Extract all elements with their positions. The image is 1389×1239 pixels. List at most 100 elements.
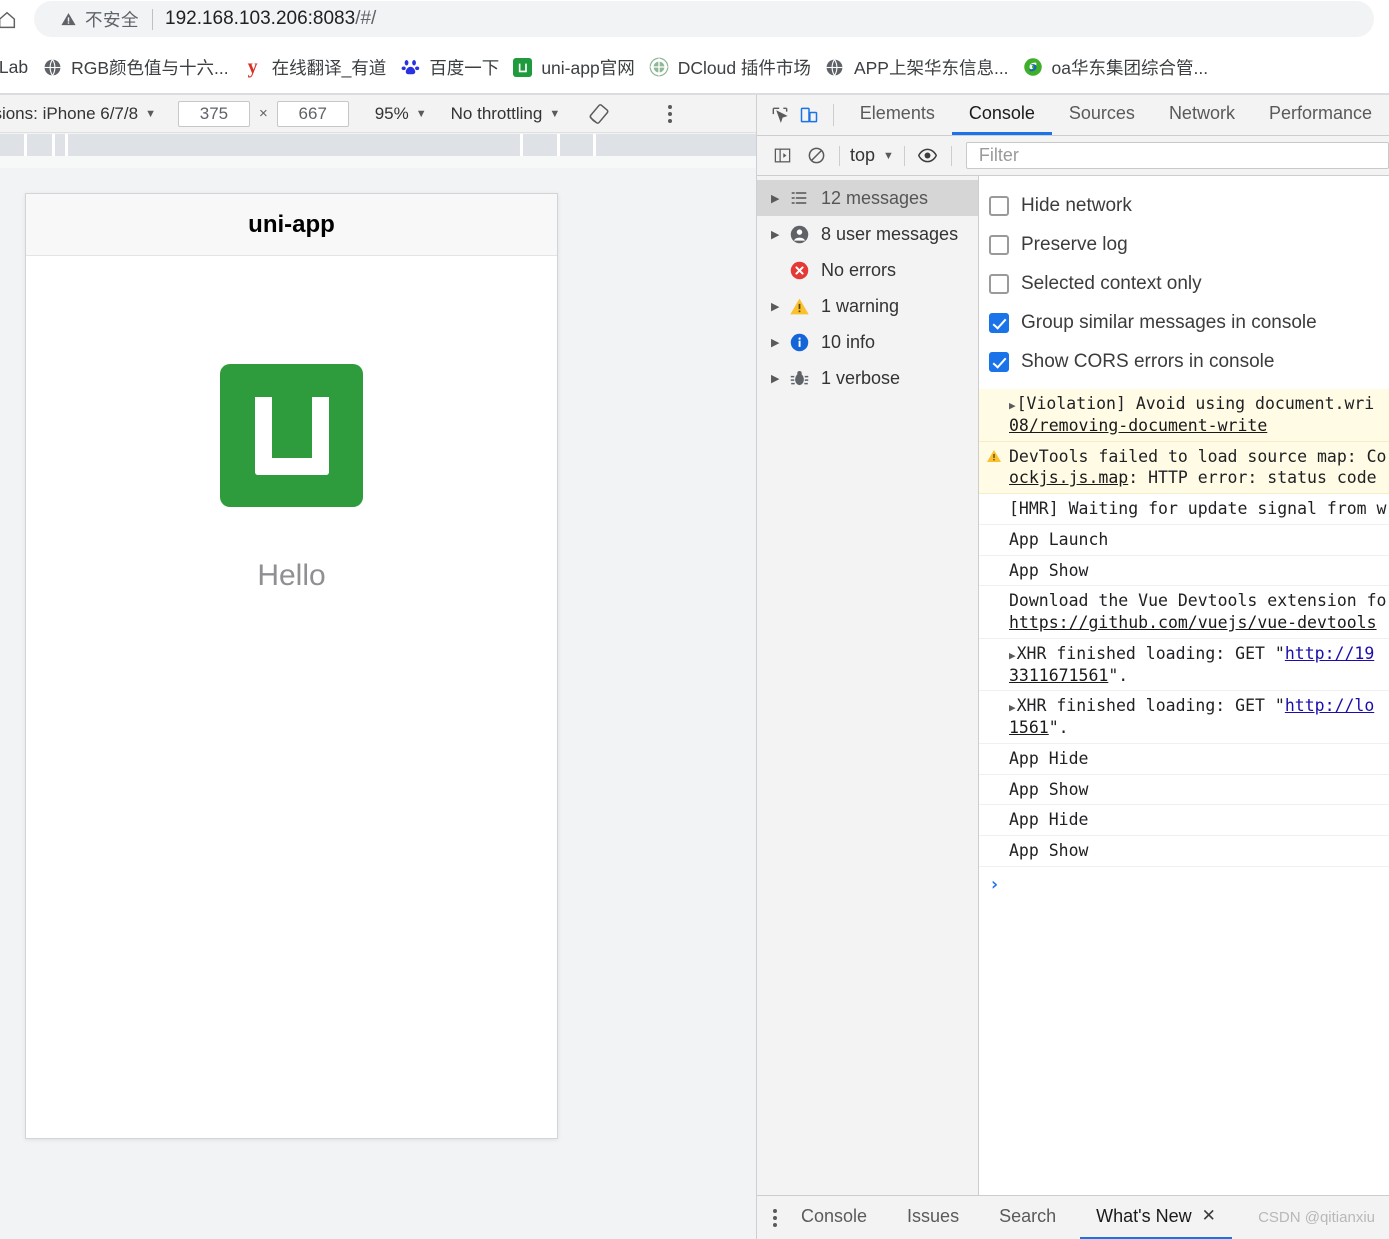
setting-selected-context-only[interactable]: Selected context only [989, 264, 1389, 303]
clear-console-icon[interactable] [799, 146, 833, 165]
console-prompt[interactable]: › [979, 867, 1389, 903]
console-main: ▶ 12 messages ▶ 8 user messages No error… [757, 176, 1389, 1195]
app-title: uni-app [248, 210, 335, 238]
log-gutter [979, 393, 1009, 395]
checkbox[interactable] [989, 351, 1009, 372]
tab-network[interactable]: Network [1152, 95, 1252, 135]
checkbox[interactable] [989, 273, 1009, 294]
bookmark-item[interactable]: y 在线翻译_有道 [236, 52, 394, 82]
console-content: Hide network Preserve log Selected conte… [979, 176, 1389, 1195]
log-link[interactable]: 3311671561 [1009, 666, 1108, 685]
log-link[interactable]: http://lo [1285, 696, 1374, 715]
checkbox[interactable] [989, 312, 1009, 333]
console-log-row[interactable]: App Hide [979, 805, 1389, 837]
expand-triangle-icon[interactable]: ▶ [771, 300, 789, 313]
watermark: CSDN @qitianxiu [1258, 1209, 1375, 1226]
console-sidebar-label: No errors [821, 259, 897, 280]
expand-triangle-icon[interactable]: ▶ [771, 372, 789, 385]
console-sidebar-item-messages[interactable]: ▶ 12 messages [757, 180, 978, 216]
expand-triangle-icon[interactable]: ▶ [771, 192, 789, 205]
console-sidebar-item-warnings[interactable]: ▶ 1 warning [757, 288, 978, 324]
setting-show-cors-errors[interactable]: Show CORS errors in console [989, 342, 1389, 381]
console-log-row[interactable]: DevTools failed to load source map: Co oc… [979, 441, 1389, 495]
log-link[interactable]: http://19 [1285, 644, 1374, 663]
oa-icon [1023, 57, 1043, 77]
device-dimensions-label[interactable]: nsions: iPhone 6/7/8 [0, 104, 138, 124]
console-log-row[interactable]: [HMR] Waiting for update signal from w [979, 494, 1389, 525]
checkbox[interactable] [989, 195, 1009, 216]
bookmark-item[interactable]: DCloud 插件市场 [642, 52, 818, 82]
expand-triangle-icon[interactable]: ▶ [771, 336, 789, 349]
tab-console[interactable]: Console [951, 95, 1052, 135]
rotate-icon[interactable] [588, 103, 610, 125]
device-viewport: uni-app Hello [25, 193, 558, 1139]
setting-preserve-log[interactable]: Preserve log [989, 225, 1389, 264]
chevron-down-icon[interactable]: ▼ [145, 108, 156, 120]
device-more-options-icon[interactable] [668, 104, 673, 123]
tab-performance[interactable]: Performance [1252, 95, 1389, 135]
console-log-row[interactable]: App Launch [979, 525, 1389, 556]
show-console-sidebar-icon[interactable] [765, 146, 799, 165]
zoom-value-label[interactable]: 95% [375, 104, 409, 124]
console-log-row[interactable]: App Show [979, 775, 1389, 806]
console-log-row[interactable]: ▶XHR finished loading: GET "http://lo 156… [979, 691, 1389, 744]
device-width-input[interactable]: 375 [177, 100, 250, 127]
expand-triangle-icon[interactable]: ▶ [771, 228, 789, 241]
log-message: App Hide [1009, 748, 1089, 768]
bookmark-item[interactable]: tLab [0, 52, 35, 82]
address-bar[interactable]: 不安全 192.168.103.206:8083/#/ [34, 1, 1374, 37]
console-sidebar-item-user-messages[interactable]: ▶ 8 user messages [757, 216, 978, 252]
console-filter-input[interactable]: Filter [965, 142, 1389, 169]
device-height-input[interactable]: 667 [276, 100, 349, 127]
console-log-row[interactable]: App Hide [979, 744, 1389, 775]
uni-app-logo-icon [220, 364, 363, 507]
close-icon[interactable]: ✕ [1202, 1206, 1216, 1226]
bookmark-item[interactable]: oa华东集团综合管... [1016, 52, 1216, 82]
live-expression-icon[interactable] [911, 145, 945, 166]
chevron-down-icon[interactable]: ▼ [883, 150, 894, 162]
setting-hide-network[interactable]: Hide network [989, 186, 1389, 225]
throttling-label[interactable]: No throttling [451, 104, 543, 124]
console-log-row[interactable]: ▶[Violation] Avoid using document.wri 08/… [979, 389, 1389, 442]
drawer-tab-console[interactable]: Console [785, 1196, 883, 1239]
log-link[interactable]: https://github.com/vuejs/vue-devtools [1009, 613, 1377, 632]
bookmark-item[interactable]: RGB颜色值与十六... [35, 52, 236, 82]
console-log-row[interactable]: Download the Vue Devtools extension fo ht… [979, 586, 1389, 639]
console-log-row[interactable]: App Show [979, 836, 1389, 868]
log-link[interactable]: 1561 [1009, 718, 1049, 737]
log-link[interactable]: 08/removing-document-write [1009, 416, 1267, 435]
setting-group-similar[interactable]: Group similar messages in console [989, 303, 1389, 342]
console-log-row[interactable]: App Show [979, 556, 1389, 587]
console-log-row[interactable]: ▶XHR finished loading: GET "http://19 331… [979, 639, 1389, 692]
drawer-tab-whats-new[interactable]: What's New ✕ [1080, 1196, 1232, 1239]
drawer-more-options-icon[interactable] [773, 1208, 777, 1227]
bookmark-item[interactable]: 百度一下 [393, 52, 506, 82]
inspect-element-icon[interactable] [766, 95, 795, 135]
console-sidebar-item-verbose[interactable]: ▶ 1 verbose [757, 360, 978, 396]
tab-elements[interactable]: Elements [843, 95, 952, 135]
device-toolbar-icon[interactable] [795, 95, 824, 135]
drawer-tab-search[interactable]: Search [983, 1196, 1072, 1239]
bookmark-label: APP上架华东信息... [853, 57, 1009, 78]
setting-label: Selected context only [1021, 272, 1202, 294]
checkbox[interactable] [989, 234, 1009, 255]
expand-triangle-icon[interactable]: ▶ [1009, 701, 1016, 714]
bookmark-item[interactable]: APP上架华东信息... [818, 52, 1016, 82]
expand-triangle-icon[interactable]: ▶ [1009, 399, 1016, 412]
execution-context-selector[interactable]: top [846, 145, 879, 166]
user-icon [789, 224, 819, 245]
chevron-down-icon[interactable]: ▼ [416, 108, 427, 120]
console-prompt-caret: › [989, 874, 1000, 896]
bookmark-item[interactable]: ⊔ uni-app官网 [506, 52, 641, 82]
console-sidebar-item-errors[interactable]: No errors [757, 252, 978, 288]
console-sidebar-item-info[interactable]: ▶ 10 info [757, 324, 978, 360]
omnibox-divider [152, 8, 153, 30]
chevron-down-icon[interactable]: ▼ [549, 108, 560, 120]
bookmark-label: 在线翻译_有道 [271, 57, 387, 78]
drawer-tab-issues[interactable]: Issues [891, 1196, 975, 1239]
tab-sources[interactable]: Sources [1052, 95, 1152, 135]
app-body: Hello [26, 256, 557, 1138]
log-link[interactable]: ockjs.js.map [1009, 468, 1128, 487]
expand-triangle-icon[interactable]: ▶ [1009, 649, 1016, 662]
home-icon[interactable] [0, 1, 20, 39]
